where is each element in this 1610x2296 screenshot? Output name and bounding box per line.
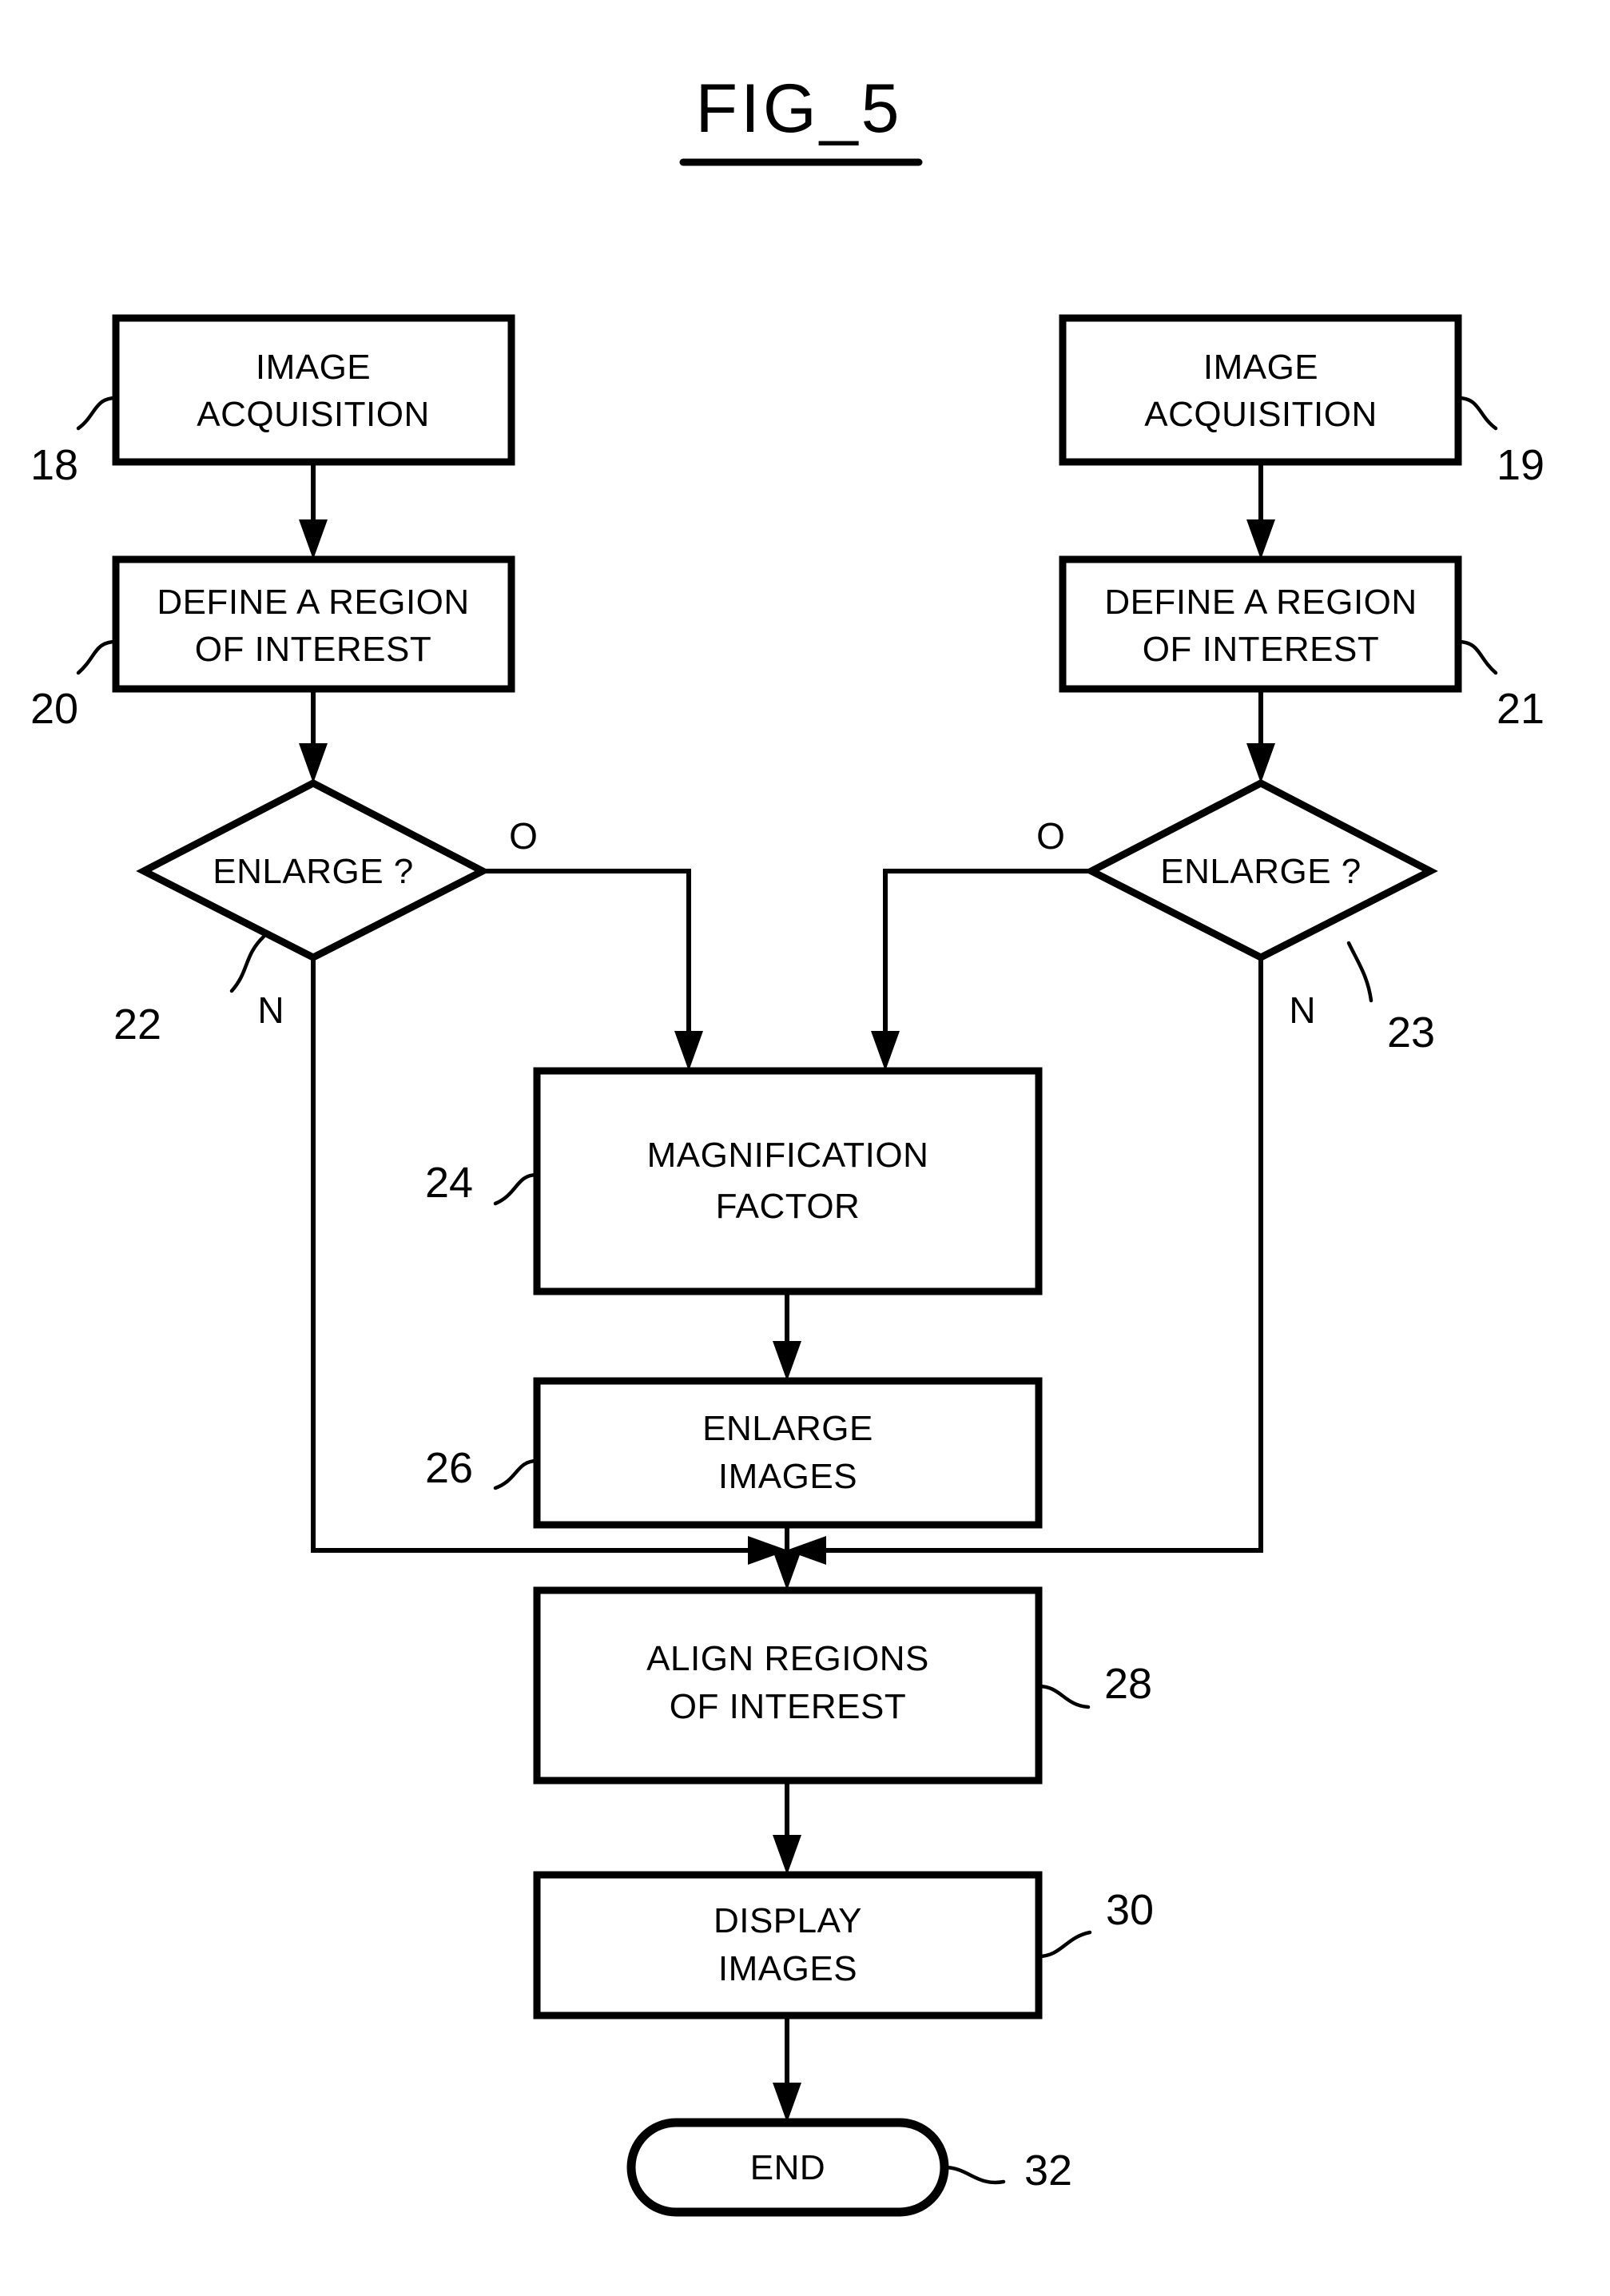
node-28-shape xyxy=(533,1586,1043,1785)
node-28-label-line2: OF INTEREST xyxy=(670,1687,906,1726)
branch-label-left-yes: O xyxy=(509,815,538,857)
node-30-label-line2: IMAGES xyxy=(718,1949,857,1988)
branch-label-left-no: N xyxy=(257,989,284,1031)
node-28-ref-leader xyxy=(1036,1684,1091,1709)
node-21-ref-leader xyxy=(1456,639,1498,675)
node-24-ref-leader xyxy=(493,1172,539,1206)
node-30-ref-leader xyxy=(1036,1930,1092,1959)
node-24-label-line2: FACTOR xyxy=(716,1187,861,1226)
edge-24-to-26 xyxy=(773,1291,801,1381)
node-22[interactable]: ENLARGE ? xyxy=(136,778,491,962)
node-21-label-line2: OF INTEREST xyxy=(1143,630,1379,669)
node-26-ref: 26 xyxy=(425,1444,473,1492)
node-30-label-line1: DISPLAY xyxy=(714,1901,862,1940)
figure-title: FIG_5 xyxy=(696,70,903,147)
node-22-label: ENLARGE ? xyxy=(213,852,413,891)
node-32-ref: 32 xyxy=(1024,2147,1072,2195)
node-18[interactable]: IMAGE ACQUISITION xyxy=(112,314,515,466)
node-21[interactable]: DEFINE A REGION OF INTEREST xyxy=(1059,555,1462,693)
node-30-ref: 30 xyxy=(1106,1886,1154,1934)
edge-19-to-21 xyxy=(1246,462,1275,559)
node-19[interactable]: IMAGE ACQUISITION xyxy=(1059,314,1462,466)
node-24-shape xyxy=(533,1067,1043,1295)
node-19-shape xyxy=(1059,314,1462,466)
node-30-shape xyxy=(533,1871,1043,2019)
node-24-ref: 24 xyxy=(425,1159,473,1207)
node-24-label-line1: MAGNIFICATION xyxy=(647,1136,929,1175)
node-20-label-line1: DEFINE A REGION xyxy=(157,583,469,622)
edge-18-to-20 xyxy=(299,462,328,559)
node-32-label: END xyxy=(750,2148,825,2187)
node-23-label: ENLARGE ? xyxy=(1160,852,1361,891)
node-32[interactable]: END xyxy=(626,2118,949,2217)
node-28-ref: 28 xyxy=(1104,1660,1152,1708)
node-19-label-line2: ACQUISITION xyxy=(1144,395,1377,434)
edge-30-to-32 xyxy=(773,2015,801,2123)
node-21-shape xyxy=(1059,555,1462,693)
edge-22-yes-to-24 xyxy=(483,869,703,1071)
node-20-label-line2: OF INTEREST xyxy=(195,630,431,669)
node-20-shape xyxy=(112,555,515,693)
node-30[interactable]: DISPLAY IMAGES xyxy=(533,1871,1043,2019)
figure-root: FIG_5 IMAGE ACQUISITION 18 DEFINE A REGI… xyxy=(0,0,1610,2296)
node-19-ref: 19 xyxy=(1497,441,1544,489)
node-20-ref-leader xyxy=(76,639,118,675)
node-18-label-line1: IMAGE xyxy=(256,348,371,387)
edge-20-to-22 xyxy=(299,689,328,783)
node-19-label-line1: IMAGE xyxy=(1203,348,1318,387)
branch-label-right-yes: O xyxy=(1036,815,1065,857)
node-18-ref-leader xyxy=(76,396,118,431)
node-21-ref: 21 xyxy=(1497,685,1544,733)
node-20[interactable]: DEFINE A REGION OF INTEREST xyxy=(112,555,515,693)
node-20-ref: 20 xyxy=(30,685,78,733)
node-26-ref-leader xyxy=(493,1458,539,1490)
node-22-ref: 22 xyxy=(113,1001,161,1049)
node-18-ref: 18 xyxy=(30,441,78,489)
node-26-label-line2: IMAGES xyxy=(718,1457,857,1496)
node-18-label-line2: ACQUISITION xyxy=(197,395,430,434)
edge-23-yes-to-24 xyxy=(871,869,1091,1071)
node-18-shape xyxy=(112,314,515,466)
node-26[interactable]: ENLARGE IMAGES xyxy=(533,1377,1043,1529)
edge-28-to-30 xyxy=(773,1781,801,1875)
node-28[interactable]: ALIGN REGIONS OF INTEREST xyxy=(533,1586,1043,1785)
node-26-label-line1: ENLARGE xyxy=(702,1409,873,1448)
node-19-ref-leader xyxy=(1456,396,1498,431)
node-24[interactable]: MAGNIFICATION FACTOR xyxy=(533,1067,1043,1295)
edge-21-to-23 xyxy=(1246,689,1275,783)
node-21-label-line1: DEFINE A REGION xyxy=(1104,583,1417,622)
node-22-ref-leader xyxy=(229,934,266,993)
branch-label-right-no: N xyxy=(1289,989,1315,1031)
node-28-label-line1: ALIGN REGIONS xyxy=(646,1639,929,1678)
node-23-ref-leader xyxy=(1346,941,1373,1003)
node-26-shape xyxy=(533,1377,1043,1529)
flowchart-svg: FIG_5 IMAGE ACQUISITION 18 DEFINE A REGI… xyxy=(30,70,1544,2217)
node-32-ref-leader xyxy=(942,2165,1006,2185)
node-23[interactable]: ENLARGE ? xyxy=(1083,778,1438,962)
edge-merge-to-28 xyxy=(773,1550,801,1590)
node-23-ref: 23 xyxy=(1387,1009,1435,1056)
